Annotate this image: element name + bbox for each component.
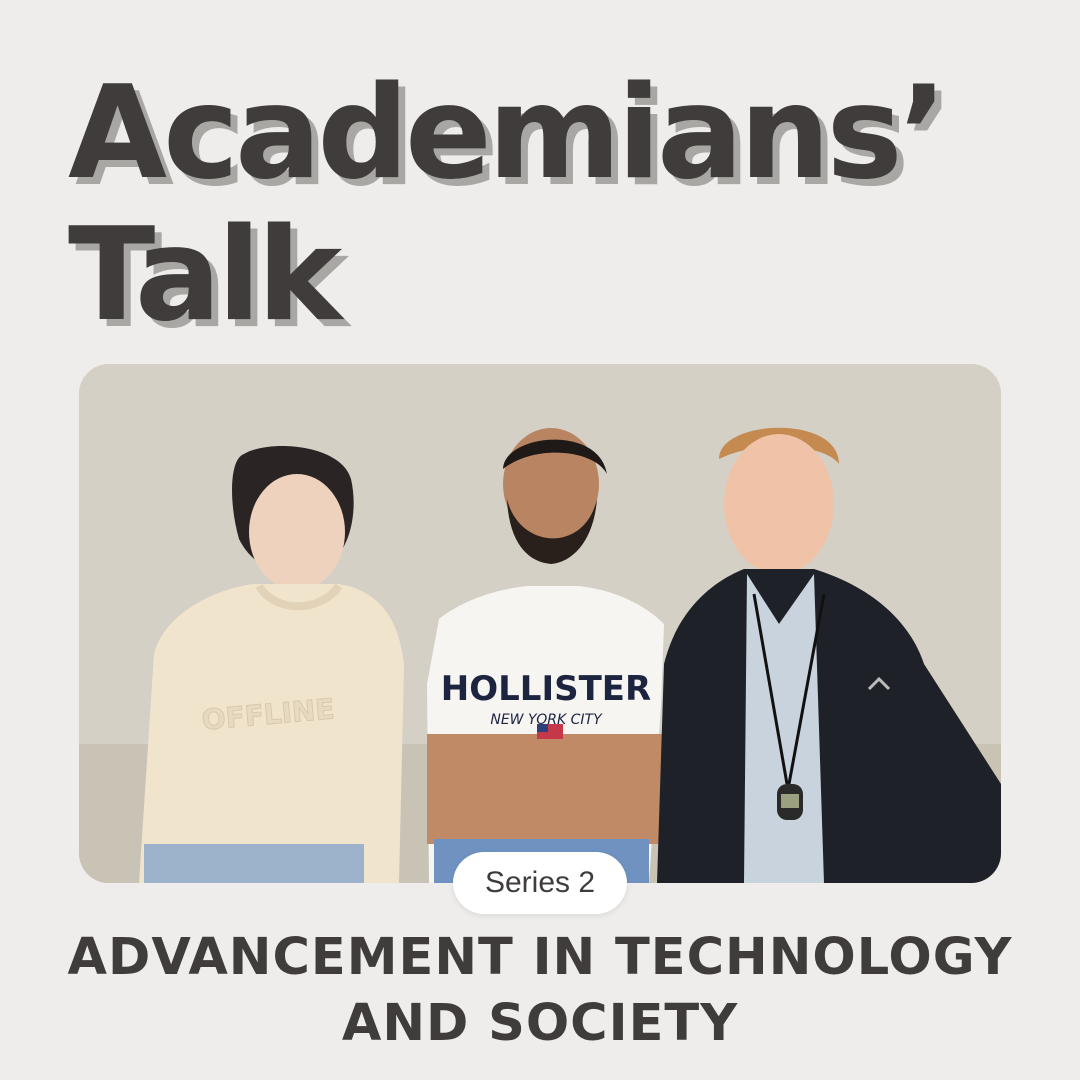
subtitle-line-1: ADVANCEMENT IN TECHNOLOGY — [67, 928, 1013, 987]
series-badge: Series 2 — [453, 852, 627, 914]
title-line-2: Talk — [68, 201, 342, 350]
group-photo: OFFLINE HOLLISTER NEW YORK CITY — [79, 364, 1001, 883]
title-line-1: Academians’ — [68, 59, 947, 208]
subtitle-line-2: AND SOCIETY — [341, 994, 739, 1053]
shirt-print: HOLLISTER — [441, 669, 651, 709]
